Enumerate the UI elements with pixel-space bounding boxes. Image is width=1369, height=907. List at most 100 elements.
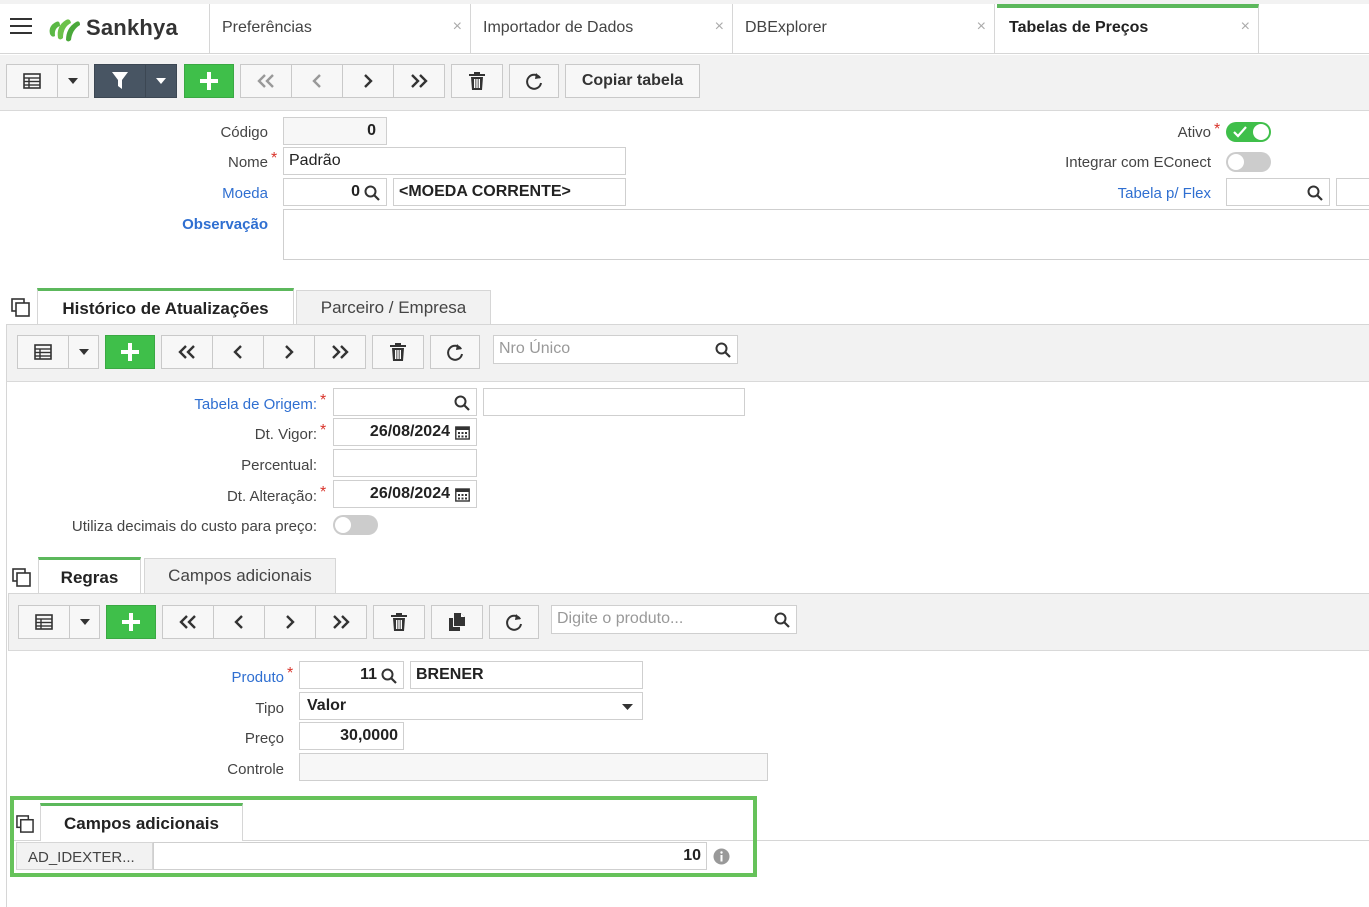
nome-input[interactable]: Padrão [283,147,626,175]
tabela-origem-label[interactable]: Tabela de Origem: [100,396,317,413]
produto-desc-value: BRENER [416,666,484,683]
close-icon[interactable]: × [977,18,986,36]
menu-icon[interactable] [10,18,32,36]
close-icon[interactable]: × [715,18,724,36]
decimais-toggle[interactable] [333,515,378,535]
required-marker: * [320,484,327,501]
grid-view-button[interactable] [6,64,58,98]
tab-dbexplorer[interactable]: DBExplorer × [733,4,995,54]
calendar-icon[interactable] [455,425,470,440]
copy-icon[interactable] [11,298,30,317]
produto-search-input[interactable]: Digite o produto... [551,605,797,634]
percentual-input[interactable] [333,449,477,477]
first-record-button[interactable] [240,64,292,98]
percentual-label: Percentual: [241,457,317,474]
tab-campos-adicionais[interactable]: Campos adicionais [144,558,336,594]
observacao-label[interactable]: Observação [160,216,268,233]
moeda-label[interactable]: Moeda [160,185,268,202]
grid-view-button[interactable] [18,605,70,639]
caret-down-icon [68,78,78,84]
add-button[interactable] [105,335,155,369]
tab-regras[interactable]: Regras [38,557,141,595]
required-marker: * [271,150,278,167]
first-record-button[interactable] [162,605,214,639]
duplicate-button[interactable] [431,605,483,639]
grid-icon [34,344,52,360]
last-record-button[interactable] [314,335,366,369]
tabela-origem-input[interactable] [333,388,477,416]
calendar-icon[interactable] [455,487,470,502]
delete-button[interactable] [372,335,424,369]
delete-button[interactable] [451,64,503,98]
observacao-textarea[interactable] [283,209,1369,260]
refresh-icon [506,614,522,631]
produto-label[interactable]: Produto [150,669,284,686]
ativo-toggle[interactable] [1226,122,1271,142]
tab-historico-atualizacoes[interactable]: Histórico de Atualizações [37,288,294,326]
tab-label: Campos adicionais [168,566,312,585]
search-icon[interactable] [381,668,397,684]
view-dropdown-button[interactable] [68,335,99,369]
copy-table-button[interactable]: Copiar tabela [565,64,700,98]
last-record-button[interactable] [393,64,445,98]
search-icon[interactable] [454,395,470,411]
previous-record-button[interactable] [212,335,264,369]
refresh-button[interactable] [430,335,480,369]
refresh-button[interactable] [489,605,539,639]
flex-label[interactable]: Tabela p/ Flex [1000,185,1211,202]
delete-button[interactable] [373,605,425,639]
tab-importador[interactable]: Importador de Dados × [471,4,733,54]
moeda-code-input[interactable]: 0 [283,178,387,206]
double-chevron-right-icon [411,74,428,88]
grid-view-button[interactable] [17,335,69,369]
search-icon[interactable] [1307,185,1323,201]
first-record-button[interactable] [161,335,213,369]
previous-record-button[interactable] [213,605,265,639]
chevron-left-icon [234,615,243,629]
double-chevron-left-icon [179,615,196,629]
filter-button[interactable] [94,64,146,98]
plus-icon [121,343,139,361]
view-dropdown-button[interactable] [69,605,100,639]
last-record-button[interactable] [315,605,367,639]
produto-desc-field: BRENER [410,661,643,689]
flex-input[interactable] [1226,178,1330,206]
refresh-button[interactable] [509,64,559,98]
nome-label: Nome [227,154,268,171]
tipo-label: Tipo [255,700,284,717]
close-icon[interactable]: × [1241,18,1250,36]
produto-code-input[interactable]: 11 [299,661,404,689]
dt-vigor-input[interactable]: 26/08/2024 [333,418,477,446]
next-record-button[interactable] [264,605,316,639]
preco-input[interactable]: 30,0000 [299,722,404,750]
tab-tabelas-de-precos[interactable]: Tabelas de Preços × [997,4,1259,54]
tab-preferencias[interactable]: Preferências × [209,4,471,54]
econect-label: Integrar com EConect [1065,154,1211,171]
sankhya-logo: Sankhya [46,12,196,44]
tipo-select[interactable]: Valor [299,692,643,720]
search-icon[interactable] [364,185,380,201]
next-record-button[interactable] [342,64,394,98]
top-bar: Sankhya Preferências × Importador de Dad… [0,0,1369,54]
filter-dropdown-button[interactable] [145,64,177,98]
close-icon[interactable]: × [453,18,462,36]
required-marker: * [287,665,294,682]
add-button[interactable] [106,605,156,639]
next-record-button[interactable] [263,335,315,369]
econect-toggle[interactable] [1226,152,1271,172]
tab-parceiro-empresa[interactable]: Parceiro / Empresa [296,290,491,326]
nro-unico-search-input[interactable]: Nro Único [493,335,738,364]
search-icon[interactable] [774,612,790,628]
search-icon[interactable] [715,342,731,358]
view-dropdown-button[interactable] [57,64,89,98]
add-button[interactable] [184,64,234,98]
grid-icon [35,614,53,630]
required-marker: * [320,392,327,409]
copy-icon[interactable] [12,568,31,587]
chevron-left-icon [233,345,242,359]
check-icon [1233,126,1247,138]
previous-record-button[interactable] [291,64,343,98]
dt-alteracao-input[interactable]: 26/08/2024 [333,480,477,508]
tab-label: Parceiro / Empresa [320,298,467,317]
codigo-field: 0 [283,117,387,145]
